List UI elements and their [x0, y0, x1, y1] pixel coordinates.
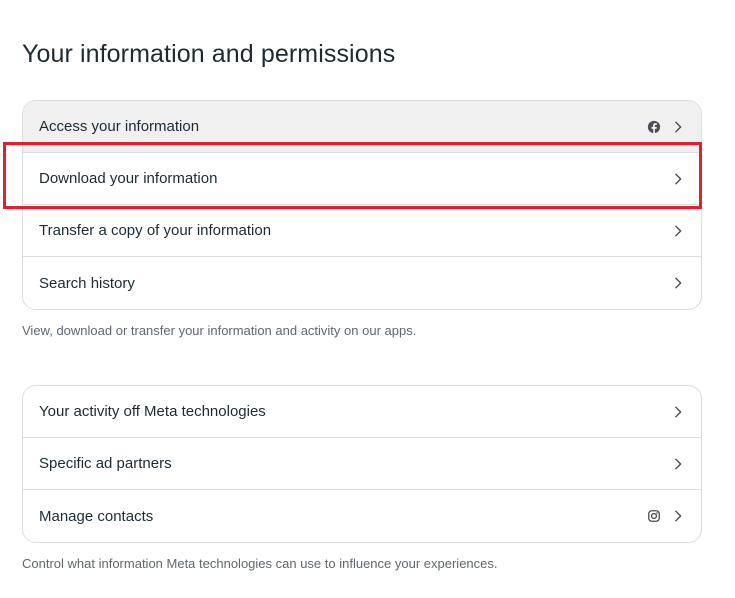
chevron-right-icon	[675, 224, 682, 237]
row-specific-ad-partners[interactable]: Specific ad partners	[23, 438, 701, 490]
permissions-card: Your activity off Meta technologies Spec…	[22, 385, 702, 543]
page-title: Your information and permissions	[22, 40, 396, 68]
row-search-history[interactable]: Search history	[23, 257, 701, 309]
row-label: Manage contacts	[39, 507, 154, 525]
chevron-right-icon	[675, 172, 682, 185]
row-label: Your activity off Meta technologies	[39, 403, 266, 420]
chevron-right-icon	[675, 120, 682, 133]
chevron-right-icon	[675, 510, 682, 522]
row-download-your-information[interactable]: Download your information	[23, 153, 701, 205]
facebook-icon	[647, 120, 661, 134]
information-card: Access your information Download your in…	[22, 100, 702, 310]
section-caption: Control what information Meta technologi…	[22, 556, 498, 571]
row-transfer-a-copy[interactable]: Transfer a copy of your information	[23, 205, 701, 257]
row-manage-contacts[interactable]: Manage contacts	[23, 490, 701, 542]
instagram-icon	[648, 510, 660, 522]
row-label: Download your information	[39, 170, 218, 187]
row-access-your-information[interactable]: Access your information	[23, 101, 701, 153]
row-your-activity-off-meta[interactable]: Your activity off Meta technologies	[23, 386, 701, 438]
row-label: Transfer a copy of your information	[39, 222, 272, 239]
chevron-right-icon	[675, 277, 682, 289]
row-label: Search history	[39, 274, 135, 292]
row-label: Specific ad partners	[39, 455, 172, 472]
row-label: Access your information	[39, 118, 200, 135]
section-caption: View, download or transfer your informat…	[22, 323, 417, 338]
chevron-right-icon	[675, 405, 682, 418]
chevron-right-icon	[675, 457, 682, 470]
